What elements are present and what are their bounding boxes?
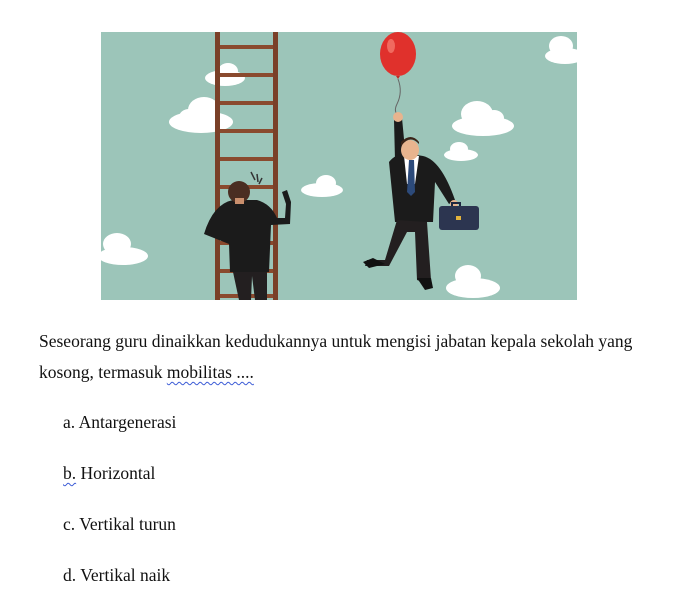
option-d-text: Vertikal naik — [80, 565, 171, 585]
option-c-letter: c. — [63, 514, 76, 534]
option-a: a. Antargenerasi — [63, 411, 176, 433]
option-c: c. Vertikal turun — [63, 513, 176, 535]
question-text-spellcheck-flagged: mobilitas .... — [166, 362, 254, 382]
option-b-letter: b. — [63, 463, 77, 483]
sky-background — [101, 32, 577, 300]
briefcase-icon — [439, 202, 479, 230]
question-text-main: Seseorang guru dinaikkan kedudukannya un… — [39, 331, 633, 382]
option-a-text: Antargenerasi — [78, 412, 177, 432]
option-d: d. Vertikal naik — [63, 564, 170, 586]
option-b-text: Horizontal — [80, 463, 156, 483]
businessman-ladder-balloon-illustration — [101, 32, 577, 300]
question-text: Seseorang guru dinaikkan kedudukannya un… — [39, 326, 654, 388]
option-d-letter: d. — [63, 565, 77, 585]
option-c-text: Vertikal turun — [79, 514, 176, 534]
option-a-letter: a. — [63, 412, 76, 432]
option-b: b. Horizontal — [63, 462, 155, 484]
